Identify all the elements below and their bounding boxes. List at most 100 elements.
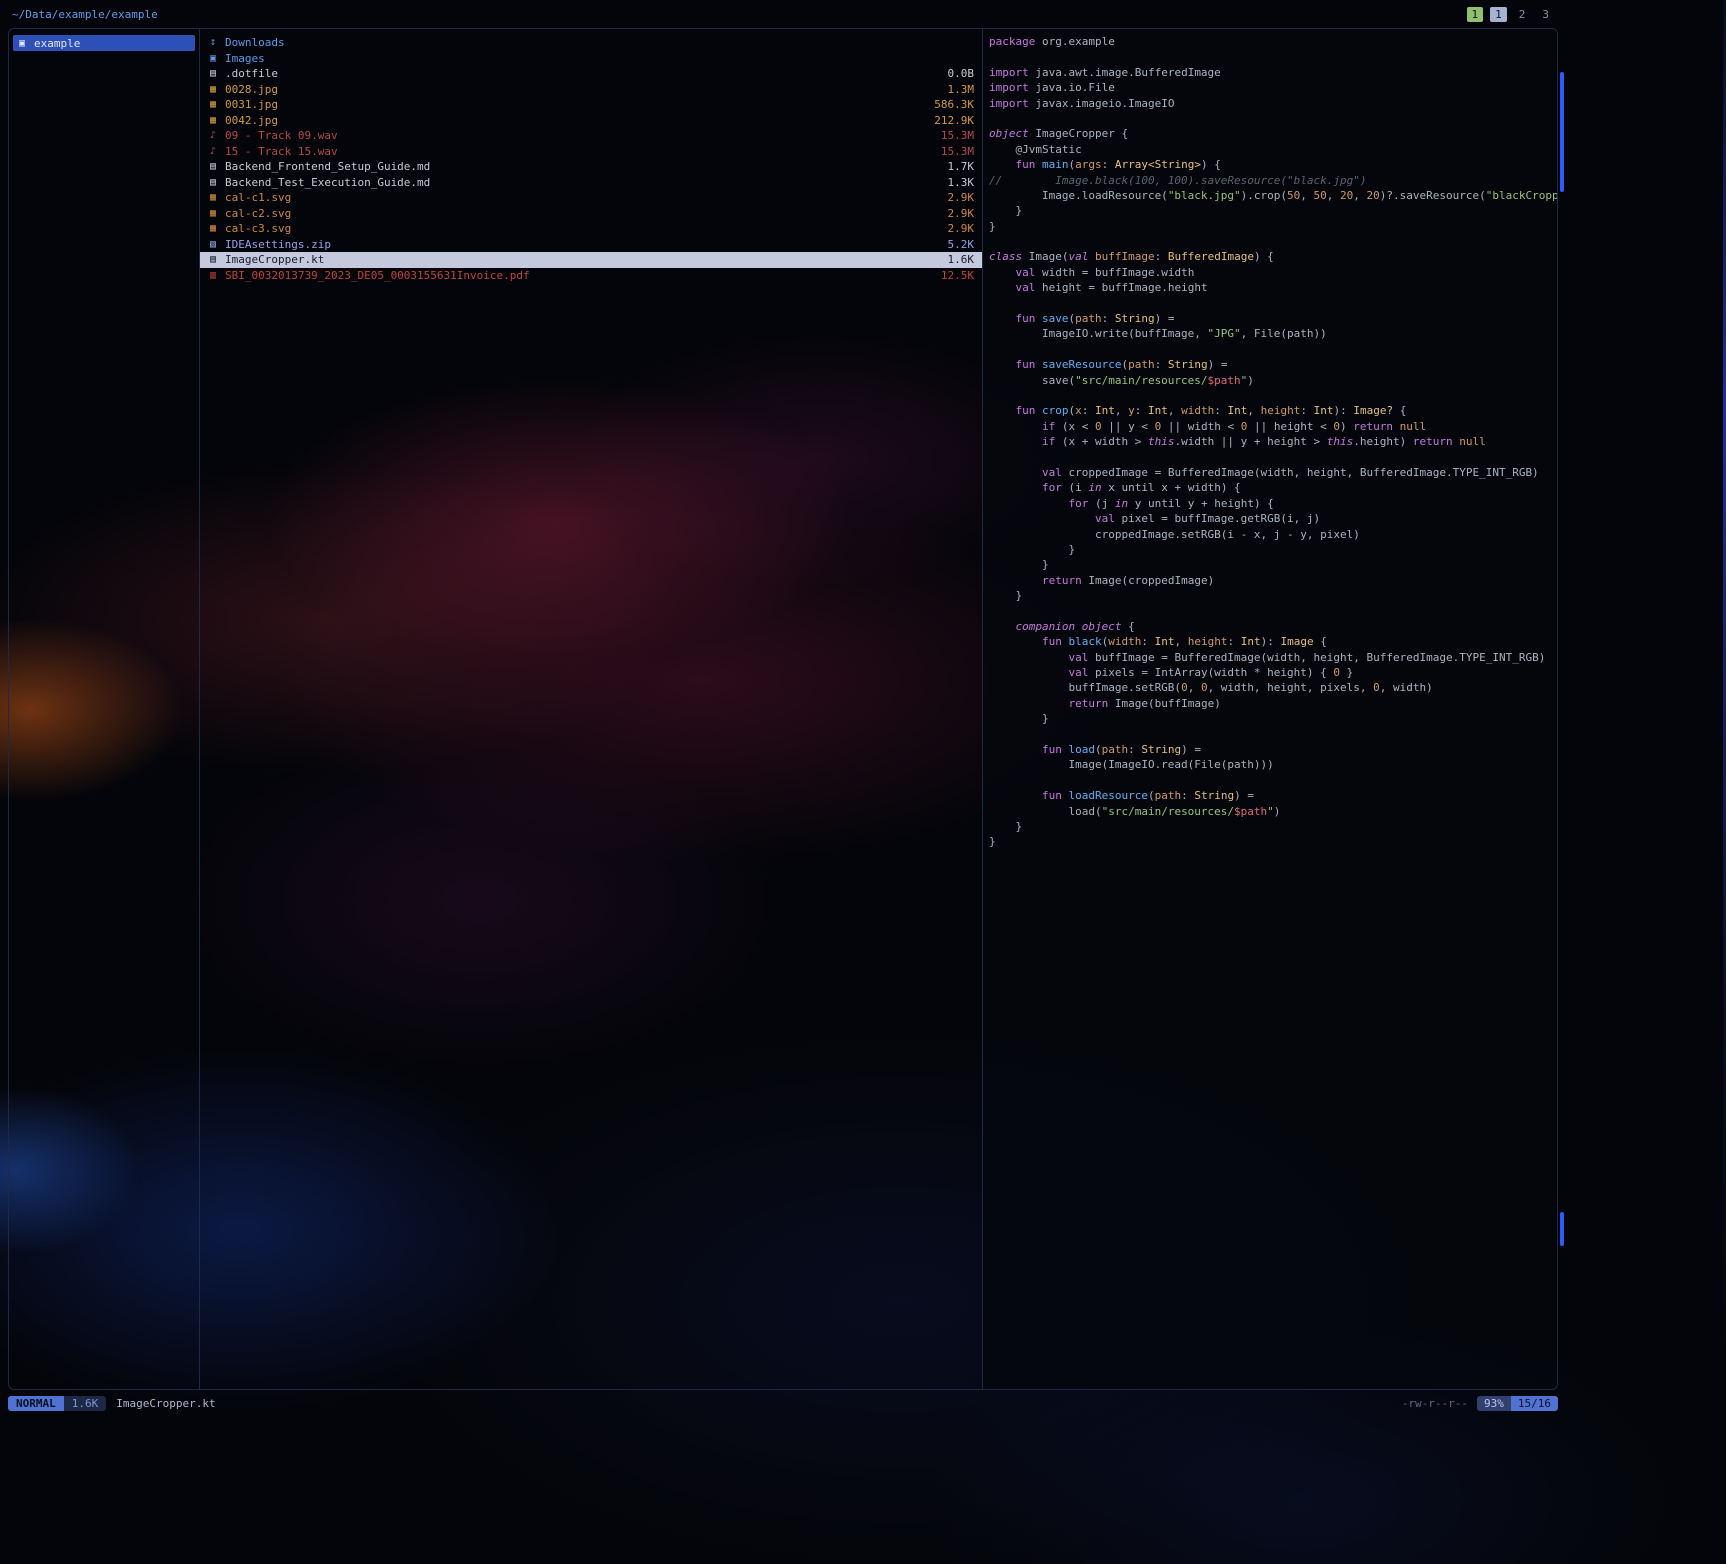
file-row[interactable]: ▦cal-c2.svg2.9K: [200, 206, 982, 222]
file-row[interactable]: ▦cal-c3.svg2.9K: [200, 221, 982, 237]
code-token: :: [1227, 635, 1240, 648]
breadcrumb-path: ~/Data/example/example: [12, 8, 158, 21]
code-token: val: [1042, 466, 1062, 479]
code-token: path: [1075, 312, 1102, 325]
code-token: 20: [1367, 189, 1380, 202]
code-token: String: [1115, 312, 1155, 325]
progress-badge: 93%: [1477, 1396, 1511, 1411]
code-line: [989, 343, 1557, 358]
audio-icon: ♪: [210, 146, 225, 157]
file-row[interactable]: ▤ImageCropper.kt1.6K: [200, 252, 982, 268]
code-token: return: [1413, 435, 1453, 448]
code-token: [989, 651, 1068, 664]
code-token: ) {: [1254, 250, 1274, 263]
code-token: [989, 497, 1068, 510]
code-token: :: [1082, 404, 1095, 417]
code-token: [1035, 312, 1042, 325]
code-line: Image.loadResource("black.jpg").crop(50,…: [989, 189, 1557, 204]
code-token: }: [989, 220, 996, 233]
code-token: Image.loadResource(: [989, 189, 1168, 202]
code-token: saveResource: [1042, 358, 1121, 371]
code-token: [989, 789, 1042, 802]
file-row[interactable]: ▦cal-c1.svg2.9K: [200, 190, 982, 206]
code-token: BufferedImage: [1168, 250, 1254, 263]
code-token: $path: [1208, 374, 1241, 387]
code-token: javax.imageio.ImageIO: [1029, 97, 1175, 110]
file-row[interactable]: ♪15 - Track 15.wav15.3M: [200, 144, 982, 160]
code-token: [989, 312, 1016, 325]
code-token: loadResource: [1068, 789, 1147, 802]
code-token: buffImage: [1095, 250, 1155, 263]
code-token: || width <: [1161, 420, 1240, 433]
tab-4[interactable]: 3: [1537, 7, 1554, 22]
code-token: if: [1042, 420, 1055, 433]
code-line: }: [989, 712, 1557, 727]
code-token: ) =: [1181, 743, 1201, 756]
code-token: Int: [1241, 635, 1261, 648]
code-token: [989, 266, 1016, 279]
code-token: Image(buffImage): [1108, 697, 1221, 710]
code-token: if: [1042, 435, 1055, 448]
code-token: Int: [1095, 404, 1115, 417]
file-size: 2.9K: [948, 207, 975, 220]
file-permissions: -rw-r--r--: [1402, 1397, 1468, 1410]
code-token: [989, 666, 1068, 679]
code-token: [989, 481, 1042, 494]
code-token: 0: [1201, 681, 1208, 694]
file-manager: ▣ example ↧Downloads▣Images▤.dotfile0.0B…: [8, 28, 1558, 1390]
file-row[interactable]: ▤.dotfile0.0B: [200, 66, 982, 82]
tab-2[interactable]: 1: [1490, 7, 1507, 22]
tab-1[interactable]: 1: [1467, 7, 1484, 22]
file-row[interactable]: ▦0031.jpg586.3K: [200, 97, 982, 113]
code-line: return Image(croppedImage): [989, 574, 1557, 589]
code-line: for (i in x until x + width) {: [989, 481, 1557, 496]
code-token: [1035, 358, 1042, 371]
code-token: package: [989, 35, 1035, 48]
tab-3[interactable]: 2: [1514, 7, 1531, 22]
code-token: :: [1155, 250, 1168, 263]
code-token: val: [1095, 512, 1115, 525]
code-token: 0: [1373, 681, 1380, 694]
image-icon: ▦: [210, 99, 225, 110]
code-token: Image(ImageIO.read(File(path))): [989, 758, 1274, 771]
code-token: val: [1016, 281, 1036, 294]
file-name: Backend_Test_Execution_Guide.md: [225, 176, 940, 189]
file-row[interactable]: ▦0028.jpg1.3M: [200, 82, 982, 98]
markdown-icon: ▤: [210, 161, 225, 172]
code-token: Image: [1280, 635, 1313, 648]
file-row[interactable]: ▧IDEAsettings.zip5.2K: [200, 237, 982, 253]
file-row[interactable]: ▦0042.jpg212.9K: [200, 113, 982, 129]
code-token: save: [1042, 312, 1069, 325]
code-line: val pixels = IntArray(width * height) { …: [989, 666, 1557, 681]
topbar: ~/Data/example/example 1123: [0, 0, 1566, 28]
file-row[interactable]: ♪09 - Track 09.wav15.3M: [200, 128, 982, 144]
code-token: {: [1121, 620, 1134, 633]
file-row[interactable]: ▤Backend_Frontend_Setup_Guide.md1.7K: [200, 159, 982, 175]
file-row[interactable]: ▣Images: [200, 51, 982, 67]
code-token: x until x + width) {: [1102, 481, 1241, 494]
code-token: val: [1068, 666, 1088, 679]
code-line: fun save(path: String) =: [989, 312, 1557, 327]
code-token: ,: [1300, 189, 1313, 202]
file-size: 15.3M: [941, 129, 974, 142]
file-size: 1.3K: [948, 176, 975, 189]
code-line: @JvmStatic: [989, 143, 1557, 158]
code-token: class: [989, 250, 1022, 263]
file-size: 212.9K: [934, 114, 974, 127]
code-token: pixel = buffImage.getRGB(i, j): [1115, 512, 1320, 525]
code-token: java.io.File: [1029, 81, 1115, 94]
preview-pane[interactable]: package org.exampleimport java.awt.image…: [983, 29, 1557, 1389]
code-token: (: [1095, 743, 1102, 756]
file-row[interactable]: ▥SBI_0032013739_2023_DE05_0003155631Invo…: [200, 268, 982, 284]
download-icon: ↧: [210, 37, 225, 48]
file-row[interactable]: ▤Backend_Test_Execution_Guide.md1.3K: [200, 175, 982, 191]
code-token: import: [989, 97, 1029, 110]
code-line: fun load(path: String) =: [989, 743, 1557, 758]
code-token: ) =: [1155, 312, 1175, 325]
code-line: fun black(width: Int, height: Int): Imag…: [989, 635, 1557, 650]
file-row[interactable]: ↧Downloads: [200, 35, 982, 51]
code-token: args: [1075, 158, 1102, 171]
code-line: import javax.imageio.ImageIO: [989, 97, 1557, 112]
code-token: in: [1115, 497, 1128, 510]
tree-item-example[interactable]: ▣ example: [13, 35, 195, 51]
